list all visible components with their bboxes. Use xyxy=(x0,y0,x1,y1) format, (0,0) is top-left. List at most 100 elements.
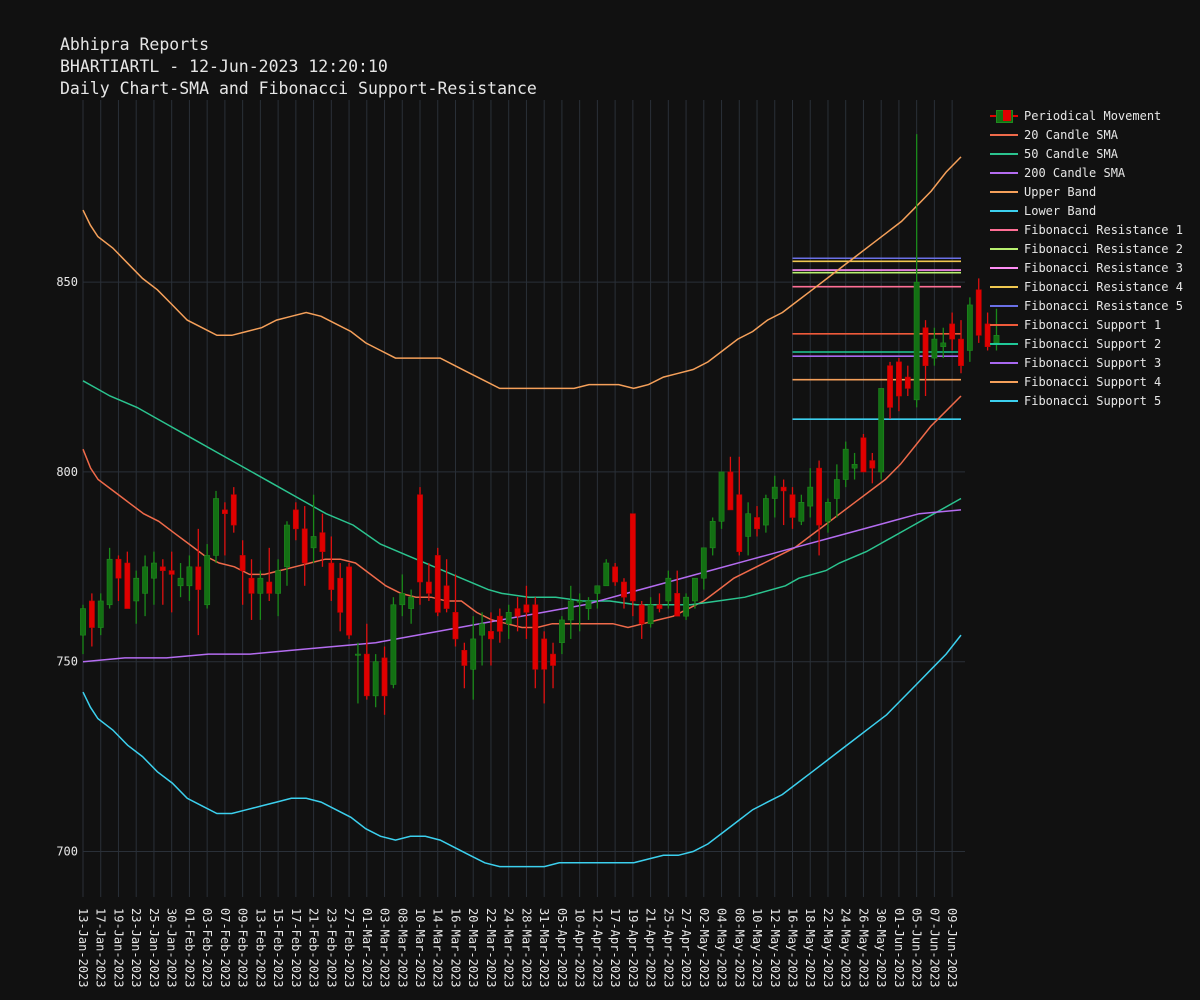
candle-body xyxy=(372,661,379,697)
legend-item[interactable]: Fibonacci Resistance 4 xyxy=(988,277,1183,296)
candle-body xyxy=(230,494,237,526)
x-tick-label: 27-Feb-2023 xyxy=(342,908,356,987)
candle-body xyxy=(541,638,548,670)
x-tick-label: 03-Feb-2023 xyxy=(200,908,214,987)
candle-body xyxy=(88,600,95,628)
x-tick-label: 12-May-2023 xyxy=(768,908,782,987)
candle-body xyxy=(142,566,148,594)
x-tick-label: 26-May-2023 xyxy=(856,908,870,987)
x-tick-label: 16-May-2023 xyxy=(785,908,799,987)
line-icon xyxy=(988,204,1020,218)
candle-body xyxy=(594,585,601,594)
x-tick-label: 01-Feb-2023 xyxy=(182,908,196,987)
line-icon xyxy=(988,128,1020,142)
x-tick-label: 13-Feb-2023 xyxy=(253,908,267,987)
legend-item[interactable]: Fibonacci Resistance 3 xyxy=(988,258,1183,277)
candle-body xyxy=(363,653,370,697)
x-tick-label: 22-Mar-2023 xyxy=(484,908,498,987)
candle-body xyxy=(239,555,246,571)
legend-label: Fibonacci Resistance 5 xyxy=(1024,298,1183,313)
x-tick-label: 02-May-2023 xyxy=(697,908,711,987)
legend-item[interactable]: Periodical Movement xyxy=(988,106,1183,125)
candle-body xyxy=(292,509,299,530)
candle-body xyxy=(887,365,893,408)
legend-item[interactable]: 20 Candle SMA xyxy=(988,125,1183,144)
candle-body xyxy=(922,327,929,366)
candle-icon xyxy=(988,109,1020,123)
candle-body xyxy=(745,513,752,537)
x-tick-label: 19-Apr-2023 xyxy=(626,908,640,987)
candle-body xyxy=(248,577,255,594)
legend-item[interactable]: Fibonacci Support 1 xyxy=(988,315,1183,334)
candle-body xyxy=(816,467,823,526)
x-tick-label: 15-Feb-2023 xyxy=(271,908,285,987)
legend-item[interactable]: Upper Band xyxy=(988,182,1183,201)
candle-body xyxy=(496,615,503,632)
x-tick-label: 01-Mar-2023 xyxy=(360,908,374,987)
x-tick-label: 18-May-2023 xyxy=(803,908,817,987)
x-tick-label: 08-May-2023 xyxy=(732,908,746,987)
x-tick-label: 17-Apr-2023 xyxy=(608,908,622,987)
x-tick-label: 07-Jun-2023 xyxy=(927,908,941,987)
candle-body xyxy=(346,566,352,636)
candle-body xyxy=(789,494,796,518)
candle-body xyxy=(559,619,565,644)
legend-item[interactable]: Fibonacci Support 5 xyxy=(988,391,1183,410)
candle-body xyxy=(124,562,131,609)
candle-body xyxy=(754,517,760,530)
candle-body xyxy=(629,513,636,602)
candle-body xyxy=(355,653,361,656)
candle-body xyxy=(159,566,166,571)
candle-body xyxy=(443,585,450,609)
y-tick-label: 700 xyxy=(56,844,78,858)
legend-label: 50 Candle SMA xyxy=(1024,146,1118,161)
legend-item[interactable]: Fibonacci Resistance 1 xyxy=(988,220,1183,239)
candle-body xyxy=(115,558,122,579)
legend-label: Fibonacci Support 4 xyxy=(1024,374,1162,389)
candle-body xyxy=(425,581,432,594)
legend-item[interactable]: Fibonacci Support 3 xyxy=(988,353,1183,372)
legend-item[interactable]: 200 Candle SMA xyxy=(988,163,1183,182)
x-tick-label: 03-Mar-2023 xyxy=(378,908,392,987)
candle-body xyxy=(603,562,610,587)
candle-body xyxy=(958,338,964,366)
candle-body xyxy=(505,612,512,625)
candle-body xyxy=(532,604,539,670)
candle-body xyxy=(479,623,485,636)
legend-item[interactable]: Fibonacci Resistance 5 xyxy=(988,296,1183,315)
candle-body xyxy=(736,494,743,552)
candle-body xyxy=(310,536,317,549)
line-icon xyxy=(988,337,1020,351)
candle-body xyxy=(266,581,273,594)
candle-body xyxy=(851,464,858,469)
legend-item[interactable]: Fibonacci Support 2 xyxy=(988,334,1183,353)
x-tick-label: 16-Mar-2023 xyxy=(448,908,462,987)
candle-body xyxy=(257,577,264,594)
candle-body xyxy=(762,498,769,526)
legend-label: Lower Band xyxy=(1024,203,1097,218)
candle-body xyxy=(780,486,787,492)
legend-item[interactable]: Fibonacci Support 4 xyxy=(988,372,1183,391)
candle-body xyxy=(807,486,814,507)
legend-label: Fibonacci Support 5 xyxy=(1024,393,1162,408)
candle-body xyxy=(328,562,335,590)
candle-body xyxy=(931,338,938,359)
legend-item[interactable]: Lower Band xyxy=(988,201,1183,220)
candle-body xyxy=(221,509,228,514)
candle-body xyxy=(878,388,885,473)
legend-item[interactable]: Fibonacci Resistance 2 xyxy=(988,239,1183,258)
candle-body xyxy=(204,555,211,606)
candle-body xyxy=(665,577,672,602)
x-tick-label: 21-Feb-2023 xyxy=(307,908,321,987)
candle-body xyxy=(842,448,849,480)
candle-body xyxy=(106,558,113,606)
x-tick-label: 09-Feb-2023 xyxy=(236,908,250,987)
line-icon xyxy=(988,185,1020,199)
series-line xyxy=(82,380,962,606)
legend-item[interactable]: 50 Candle SMA xyxy=(988,144,1183,163)
candle-body xyxy=(408,596,415,609)
line-icon xyxy=(988,261,1020,275)
candle-body xyxy=(904,376,911,389)
candle-body xyxy=(683,596,689,617)
x-tick-label: 17-Feb-2023 xyxy=(289,908,303,987)
